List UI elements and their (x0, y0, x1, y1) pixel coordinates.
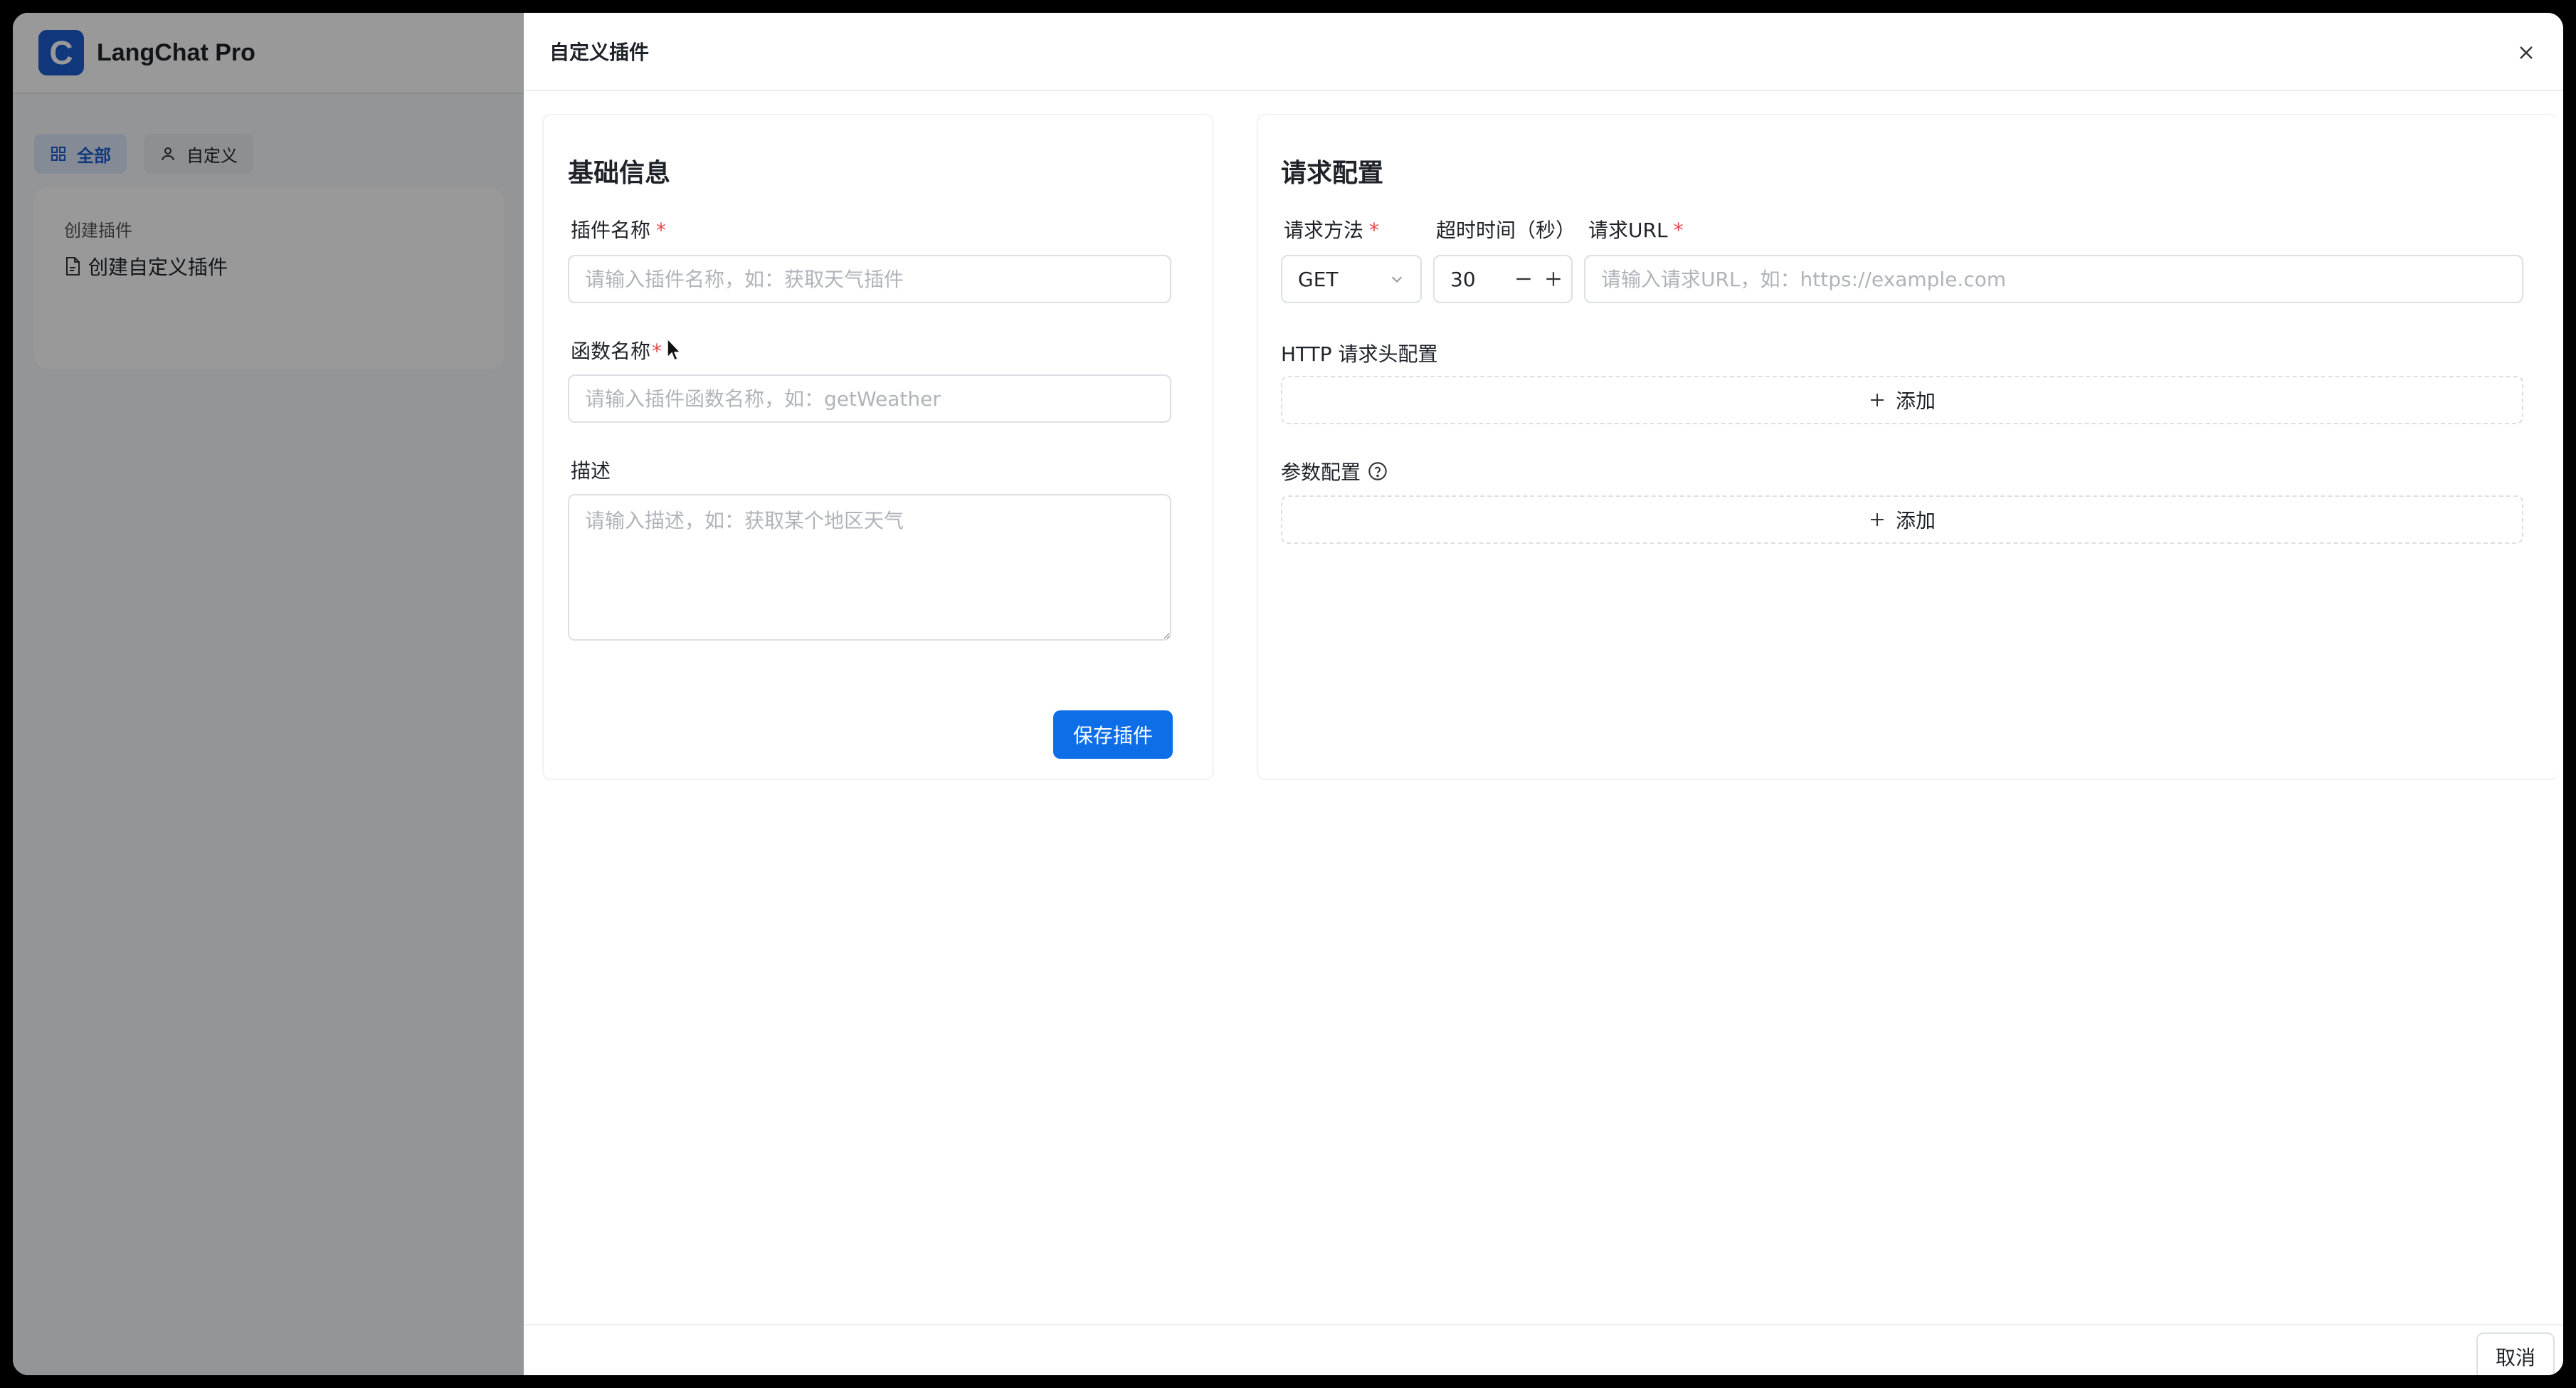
save-plugin-button[interactable]: 保存插件 (1053, 710, 1173, 759)
required-mark: * (652, 340, 663, 363)
plugin-name-input[interactable] (568, 255, 1171, 303)
method-label: 请求方法 * (1284, 219, 1380, 242)
chevron-down-icon (1391, 276, 1403, 283)
modal-overlay[interactable] (13, 13, 524, 1375)
plus-icon[interactable] (1544, 270, 1563, 288)
close-button[interactable] (2511, 37, 2542, 68)
method-value: GET (1298, 267, 1339, 291)
basic-info-panel: 基础信息 插件名称* 函数名称* 描述 保存插件 (542, 114, 1214, 780)
add-param-button[interactable]: 添加 (1281, 495, 2523, 544)
custom-plugin-drawer: 自定义插件 基础信息 插件名称* 函数名称* 描述 (524, 13, 2563, 1375)
add-header-label: 添加 (1895, 389, 1936, 413)
function-name-input[interactable] (568, 374, 1171, 423)
drawer-footer: 取消 (524, 1324, 2563, 1375)
params-label: 参数配置 (1281, 461, 1361, 484)
plus-icon (1870, 394, 1884, 406)
request-config-panel: 请求配置 请求方法 * GET 超时时间（秒） 30 请求URL * 请输入请求… (1257, 114, 2559, 780)
url-input[interactable] (1584, 255, 2523, 303)
drawer-body: 基础信息 插件名称* 函数名称* 描述 保存插件 请求配置 请求方法* (524, 93, 2563, 1324)
timeout-stepper[interactable]: 30 (1433, 255, 1573, 303)
help-circle-icon[interactable] (1368, 461, 1388, 481)
timeout-label: 超时时间（秒） (1436, 219, 1576, 242)
required-mark: * (1673, 219, 1684, 242)
required-mark: * (1369, 219, 1380, 242)
description-label: 描述 (571, 459, 611, 483)
add-param-label: 添加 (1895, 509, 1936, 532)
drawer-header: 自定义插件 (524, 13, 2563, 91)
required-mark: * (656, 219, 667, 242)
mouse-cursor-icon (667, 337, 682, 362)
basic-info-title: 基础信息 (568, 159, 671, 188)
drawer-title: 自定义插件 (549, 41, 650, 64)
headers-label: HTTP 请求头配置 (1281, 342, 1438, 366)
add-header-button[interactable]: 添加 (1281, 376, 2523, 424)
request-config-title: 请求配置 (1281, 159, 1384, 188)
close-icon (2520, 46, 2533, 59)
cancel-button[interactable]: 取消 (2476, 1332, 2555, 1375)
function-name-label: 函数名称* (571, 340, 663, 363)
params-label-row: 参数配置 (1281, 457, 1388, 485)
app-window: C LangChat Pro 全部 自定义 创建插件 创建自定义插件 自定义插件… (13, 13, 2563, 1375)
minus-icon[interactable] (1514, 270, 1533, 288)
plus-icon (1870, 513, 1884, 526)
url-label: 请求URL * (1588, 219, 1684, 242)
timeout-value: 30 (1450, 267, 1476, 291)
method-select[interactable]: GET (1281, 255, 1422, 303)
plugin-name-label: 插件名称 * (571, 219, 667, 242)
description-textarea[interactable] (568, 494, 1171, 641)
